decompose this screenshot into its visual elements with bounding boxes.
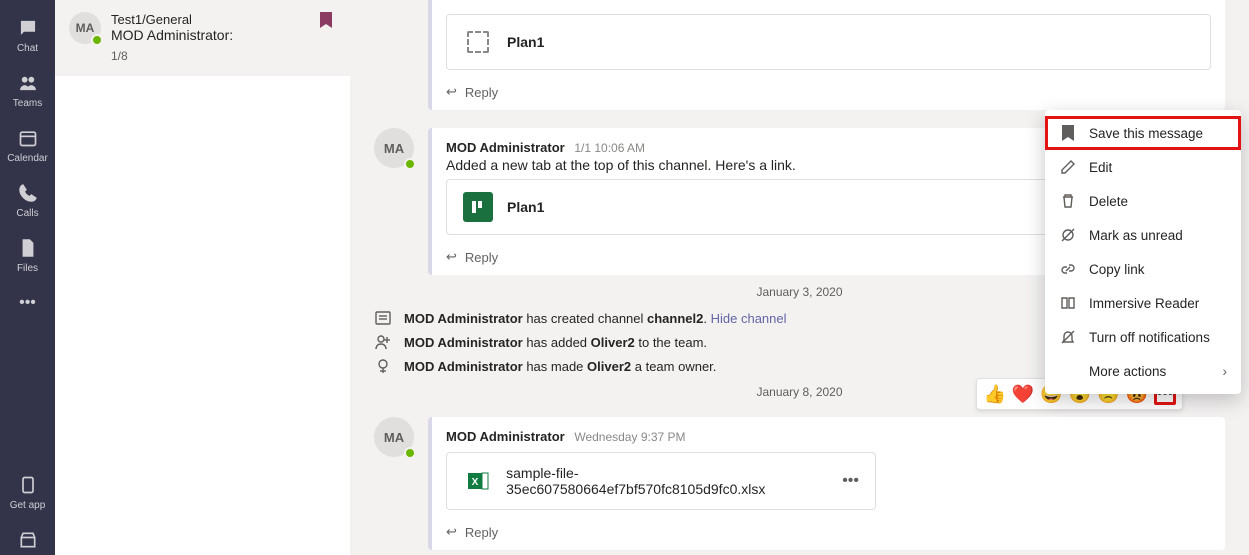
reply-label: Reply (465, 85, 498, 100)
reply-icon: ↩ (446, 84, 457, 100)
avatar: MA (374, 128, 414, 168)
menu-label: Edit (1089, 160, 1112, 175)
menu-more-actions[interactable]: More actions › (1045, 354, 1241, 388)
avatar: MA (69, 12, 101, 44)
ellipsis-icon: ••• (17, 292, 39, 314)
avatar: MA (374, 417, 414, 457)
conversation-title: Test1/General (111, 12, 336, 27)
reader-icon (1059, 294, 1077, 312)
nav-label: Chat (17, 43, 38, 54)
hide-channel-link[interactable]: Hide channel (711, 311, 787, 326)
nav-files[interactable]: Files (0, 228, 55, 283)
menu-label: Save this message (1089, 126, 1203, 141)
actor: MOD Administrator (404, 311, 523, 326)
excel-icon: X (463, 466, 492, 496)
chat-list: MA Test1/General MOD Administrator: 1/8 (55, 0, 350, 555)
author-name: MOD Administrator (446, 429, 565, 444)
author-name: MOD Administrator (446, 140, 565, 155)
nav-label: Get app (10, 500, 46, 511)
nav-label: Teams (13, 98, 42, 109)
menu-mark-unread[interactable]: Mark as unread (1045, 218, 1241, 252)
calendar-icon (17, 127, 39, 149)
timestamp: Wednesday 9:37 PM (574, 430, 685, 444)
bell-off-icon (1059, 328, 1077, 346)
conversation-item[interactable]: MA Test1/General MOD Administrator: 1/8 (55, 0, 350, 76)
nav-label: Files (17, 263, 38, 274)
menu-label: Immersive Reader (1089, 296, 1199, 311)
attachment-more-icon[interactable]: ••• (842, 472, 859, 490)
menu-label: More actions (1089, 364, 1166, 379)
actor: MOD Administrator (404, 359, 523, 374)
chat-icon (17, 17, 39, 39)
presence-indicator (404, 447, 416, 459)
nav-get-app[interactable]: Get app (0, 465, 55, 520)
menu-save-message[interactable]: Save this message (1045, 116, 1241, 150)
nav-teams[interactable]: Teams (0, 63, 55, 118)
object: channel2 (647, 311, 703, 326)
reply-button[interactable]: ↩ Reply (432, 74, 1225, 110)
reply-label: Reply (465, 525, 498, 540)
menu-delete[interactable]: Delete (1045, 184, 1241, 218)
actor: MOD Administrator (404, 335, 523, 350)
conversation-preview: MOD Administrator: (111, 27, 336, 43)
menu-label: Turn off notifications (1089, 330, 1210, 345)
bookmark-icon (320, 12, 332, 33)
channel-icon (374, 309, 392, 327)
app-rail: Chat Teams Calendar Calls Files ••• Get … (0, 0, 55, 555)
attachment-title: Plan1 (507, 34, 544, 50)
conversation-count: 1/8 (111, 49, 336, 63)
menu-label: Mark as unread (1089, 228, 1183, 243)
attachment-title: sample-file-35ec607580664ef7bf570fc8105d… (506, 465, 828, 497)
trash-icon (1059, 192, 1077, 210)
link-icon (1059, 260, 1077, 278)
pencil-icon (1059, 158, 1077, 176)
store-icon (17, 529, 39, 551)
message: MA MOD Administrator Wednesday 9:37 PM X… (374, 417, 1225, 550)
files-icon (17, 237, 39, 259)
person-add-icon (374, 333, 392, 351)
avatar-initials: MA (384, 430, 404, 445)
nav-calendar[interactable]: Calendar (0, 118, 55, 173)
chevron-right-icon: › (1223, 364, 1228, 379)
menu-edit[interactable]: Edit (1045, 150, 1241, 184)
owner-icon (374, 357, 392, 375)
reaction-like[interactable]: 👍 (983, 384, 1005, 405)
unread-icon (1059, 226, 1077, 244)
planner-icon (463, 192, 493, 222)
nav-more[interactable]: ••• (0, 283, 55, 327)
object: Oliver2 (587, 359, 631, 374)
nav-store[interactable] (0, 520, 55, 555)
menu-label: Copy link (1089, 262, 1145, 277)
message-context-menu: Save this message Edit Delete Mark as un… (1045, 110, 1241, 394)
presence-indicator (91, 34, 103, 46)
menu-turn-off-notifications[interactable]: Turn off notifications (1045, 320, 1241, 354)
nav-label: Calendar (7, 153, 48, 164)
timestamp: 1/1 10:06 AM (574, 141, 645, 155)
avatar-initials: MA (384, 141, 404, 156)
object: Oliver2 (591, 335, 635, 350)
message: Plan1 ↩ Reply (374, 0, 1225, 110)
nav-label: Calls (16, 208, 38, 219)
presence-indicator (404, 158, 416, 170)
reply-icon: ↩ (446, 249, 457, 265)
download-icon (17, 474, 39, 496)
bookmark-icon (1059, 124, 1077, 142)
nav-calls[interactable]: Calls (0, 173, 55, 228)
attachment-title: Plan1 (507, 199, 544, 215)
attachment-card[interactable]: X sample-file-35ec607580664ef7bf570fc810… (446, 452, 876, 510)
calls-icon (17, 182, 39, 204)
nav-chat[interactable]: Chat (0, 8, 55, 63)
reaction-heart[interactable]: ❤️ (1012, 384, 1034, 405)
avatar-initials: MA (76, 21, 95, 35)
svg-text:X: X (471, 477, 478, 488)
reply-button[interactable]: ↩ Reply (432, 514, 1225, 550)
reply-label: Reply (465, 250, 498, 265)
menu-label: Delete (1089, 194, 1128, 209)
reply-icon: ↩ (446, 524, 457, 540)
attachment-card[interactable]: Plan1 (446, 14, 1211, 70)
placeholder-icon (463, 27, 493, 57)
menu-immersive-reader[interactable]: Immersive Reader (1045, 286, 1241, 320)
teams-icon (17, 72, 39, 94)
menu-copy-link[interactable]: Copy link (1045, 252, 1241, 286)
